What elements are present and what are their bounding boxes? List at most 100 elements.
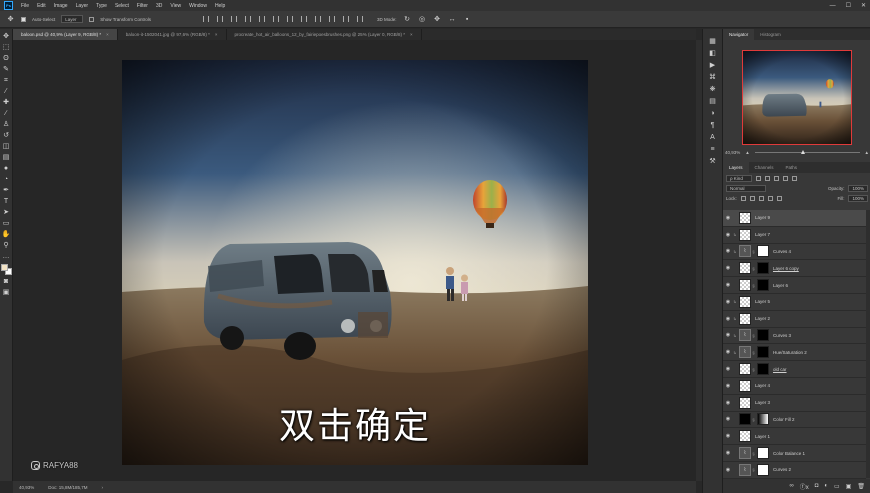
filter-smart-icon[interactable]	[792, 175, 797, 181]
layer-thumbnail[interactable]	[739, 396, 751, 409]
zoom-in-icon[interactable]: ▲	[865, 150, 869, 155]
new-layer-icon[interactable]: ▣	[846, 483, 852, 490]
align-middle-icon[interactable]	[217, 16, 224, 22]
filter-pixel-icon[interactable]	[756, 175, 761, 181]
layer-name[interactable]: Layer 9	[755, 215, 770, 220]
layer-thumbnail[interactable]: ⌇	[739, 463, 751, 476]
align-right-icon[interactable]	[273, 16, 280, 22]
layer-row[interactable]: ◉ § Layer 6 copy	[723, 260, 866, 278]
menu-view[interactable]: View	[166, 3, 185, 9]
visibility-eye-icon[interactable]: ◉	[723, 349, 733, 355]
filter-adjustment-icon[interactable]	[765, 175, 770, 181]
layer-row[interactable]: ◉ ↳ Layer 7	[723, 227, 866, 244]
visibility-eye-icon[interactable]: ◉	[723, 215, 733, 221]
mask-link-icon[interactable]: §	[751, 467, 756, 472]
link-layers-icon[interactable]: ∞	[789, 483, 793, 489]
lock-all-icon[interactable]	[776, 195, 782, 201]
layer-row[interactable]: ◉ ↳ Layer 5	[723, 294, 866, 311]
visibility-eye-icon[interactable]: ◉	[723, 265, 733, 271]
lock-artboard-icon[interactable]	[767, 195, 773, 201]
layer-name[interactable]: Hue/Saturation 2	[773, 350, 807, 355]
visibility-eye-icon[interactable]: ◉	[723, 450, 733, 456]
distribute-6-icon[interactable]	[357, 16, 364, 22]
filter-shape-icon[interactable]	[783, 175, 788, 181]
properties-panel-icon[interactable]: ◧	[708, 47, 718, 59]
lock-transparent-icon[interactable]	[740, 195, 746, 201]
layer-name[interactable]: Layer 1	[755, 434, 770, 439]
align-left-icon[interactable]	[245, 16, 252, 22]
distribute-5-icon[interactable]	[343, 16, 350, 22]
fill-input[interactable]: 100%	[848, 194, 868, 202]
close-tab-icon[interactable]: ×	[106, 32, 109, 37]
layer-name[interactable]: Curves 2	[773, 467, 791, 472]
screen-mode-icon[interactable]: ▣	[2, 287, 11, 298]
visibility-eye-icon[interactable]: ◉	[723, 282, 733, 288]
canvas-area[interactable]: 双击确定 RAFYA88	[13, 40, 696, 481]
layer-thumbnail[interactable]	[739, 228, 751, 241]
clone-stamp-tool-icon[interactable]: ♙	[2, 119, 11, 130]
tab-baloon-jpg[interactable]: baloon-it-1502041.jpg @ 97,6% (RGB/8) * ×	[118, 29, 227, 40]
eyedropper-tool-icon[interactable]: ⁄	[2, 86, 11, 97]
blend-mode-dropdown[interactable]: Normal	[726, 184, 766, 192]
lock-image-icon[interactable]	[749, 195, 755, 201]
minimize-button[interactable]: —	[830, 3, 836, 9]
visibility-eye-icon[interactable]: ◉	[723, 248, 733, 254]
menu-edit[interactable]: Edit	[33, 3, 50, 9]
history-brush-tool-icon[interactable]: ↺	[2, 130, 11, 141]
menu-select[interactable]: Select	[111, 3, 133, 9]
paragraph-styles-icon[interactable]: ≡	[708, 143, 718, 155]
maximize-button[interactable]: ☐	[846, 2, 851, 9]
lasso-tool-icon[interactable]: ʘ	[2, 53, 11, 64]
layer-thumbnail[interactable]	[739, 262, 751, 275]
close-tab-icon[interactable]: ×	[410, 32, 413, 37]
layer-kind-filter[interactable]: ρ Kind	[726, 174, 752, 182]
move-tool-icon[interactable]: ✥	[2, 31, 11, 42]
navigator-zoom-value[interactable]: 40,93%	[725, 150, 740, 155]
layer-mask-thumbnail[interactable]	[757, 245, 769, 258]
menu-type[interactable]: Type	[92, 3, 111, 9]
menu-image[interactable]: Image	[50, 3, 72, 9]
visibility-eye-icon[interactable]: ◉	[723, 416, 733, 422]
layer-row[interactable]: ◉ ↳ ⌇ § Hue/Saturation 2	[723, 344, 866, 362]
layer-thumbnail[interactable]	[739, 279, 751, 292]
marquee-tool-icon[interactable]: ⬚	[2, 42, 11, 53]
3d-roll-icon[interactable]: ◎	[418, 14, 427, 25]
adjustments-panel-icon[interactable]: ◑	[708, 107, 718, 119]
zoom-slider-handle[interactable]	[800, 150, 805, 154]
visibility-eye-icon[interactable]: ◉	[723, 332, 733, 338]
zoom-slider[interactable]	[754, 150, 860, 154]
layer-thumbnail[interactable]	[739, 430, 751, 443]
layer-row[interactable]: ◉ ⌇ § Color Balance 1	[723, 445, 866, 462]
paragraph-panel-icon[interactable]: ¶	[708, 119, 718, 131]
menu-help[interactable]: Help	[211, 3, 229, 9]
visibility-eye-icon[interactable]: ◉	[723, 400, 733, 406]
layer-thumbnail[interactable]: ⌇	[739, 245, 751, 258]
quick-mask-icon[interactable]: ◙	[2, 276, 11, 287]
navigator-preview[interactable]	[742, 50, 852, 145]
layer-mask-thumbnail[interactable]	[757, 363, 769, 376]
layer-row[interactable]: ◉ Layer 3	[723, 395, 866, 412]
foreground-color-swatch[interactable]	[0, 264, 8, 271]
layer-row[interactable]: ◉ ↳ ⌇ § Curves 3	[723, 328, 866, 345]
mask-link-icon[interactable]: §	[751, 417, 756, 422]
align-top-icon[interactable]	[203, 16, 210, 22]
status-zoom[interactable]: 40,93%	[19, 485, 34, 490]
quick-select-tool-icon[interactable]: ✎	[2, 64, 11, 75]
filter-type-icon[interactable]	[774, 175, 779, 181]
layer-thumbnail[interactable]: ⌇	[739, 346, 751, 359]
layer-row[interactable]: ◉ § old car	[723, 361, 866, 378]
layer-mask-thumbnail[interactable]	[757, 413, 769, 426]
visibility-eye-icon[interactable]: ◉	[723, 433, 733, 439]
eraser-tool-icon[interactable]: ◫	[2, 141, 11, 152]
distribute-icon[interactable]	[287, 16, 294, 22]
layer-mask-thumbnail[interactable]	[757, 262, 769, 275]
dodge-tool-icon[interactable]: ◔	[2, 174, 11, 185]
layer-thumbnail[interactable]: ⌇	[739, 329, 751, 342]
mask-link-icon[interactable]: §	[751, 333, 756, 338]
gradient-tool-icon[interactable]: ▤	[2, 152, 11, 163]
layer-thumbnail[interactable]	[739, 379, 751, 392]
visibility-eye-icon[interactable]: ◉	[723, 232, 733, 238]
layer-row[interactable]: ◉ Layer 9	[723, 210, 866, 227]
3d-rotate-icon[interactable]: ↻	[403, 14, 412, 25]
layer-row[interactable]: ◉ Layer 1	[723, 428, 866, 446]
